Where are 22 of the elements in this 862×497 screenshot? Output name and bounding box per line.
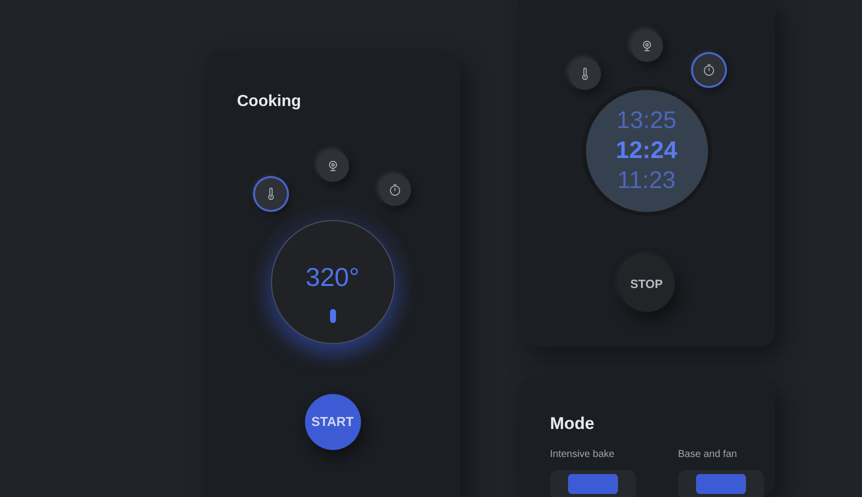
mode-label: Intensive bake [550, 448, 616, 462]
mode-button[interactable] [316, 150, 348, 182]
time-option[interactable]: 12:24 [616, 136, 678, 166]
mode-label: Base and fan [678, 448, 738, 462]
time-option[interactable]: 11:23 [617, 166, 676, 196]
mode-button[interactable] [378, 174, 410, 206]
mode-button[interactable] [568, 58, 600, 90]
mode-button[interactable] [254, 178, 286, 210]
knob-indicator [330, 308, 336, 322]
mode-button[interactable] [692, 54, 724, 86]
stop-button[interactable]: STOP [618, 256, 674, 312]
mode-tile[interactable] [678, 470, 764, 497]
panel-title: Mode [550, 413, 596, 435]
stopwatch-icon [702, 63, 716, 77]
stopwatch-icon [388, 183, 402, 197]
time-option[interactable]: 13:25 [616, 106, 677, 136]
panel-title: Cooking [237, 92, 301, 112]
time-picker[interactable]: 13:25 12:24 11:23 [582, 86, 712, 216]
mode-tile[interactable] [550, 470, 636, 497]
start-button[interactable]: START [304, 394, 360, 450]
temperature-value: 320° [306, 260, 360, 294]
mode-button[interactable] [630, 30, 662, 62]
